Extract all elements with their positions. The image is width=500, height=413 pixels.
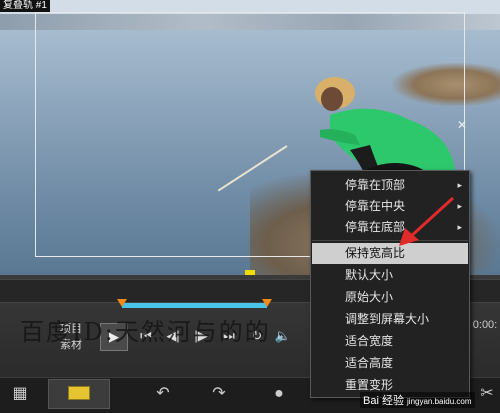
menu-item-dock-top[interactable]: 停靠在顶部 ▸: [312, 175, 468, 196]
undo-icon: ↶: [156, 385, 170, 402]
scissors-button[interactable]: ✂: [476, 380, 498, 408]
record-icon: ●: [274, 385, 284, 402]
badge-text: Bai 经验: [363, 395, 404, 407]
redo-icon: ↷: [212, 385, 226, 402]
undo-button[interactable]: ↶: [150, 380, 176, 408]
trim-range[interactable]: [122, 303, 267, 308]
submenu-arrow-icon: ▸: [457, 222, 462, 232]
menu-item-label: 调整到屏幕大小: [345, 312, 430, 326]
watermark-text: 百度ID:天然河与的的: [20, 318, 271, 346]
volume-icon: 🔈: [274, 328, 292, 343]
overlay-track-label: 复叠轨 #1: [0, 0, 50, 12]
menu-item-fit-screen[interactable]: 调整到屏幕大小: [312, 309, 468, 330]
submenu-arrow-icon: ▸: [457, 201, 462, 211]
timecode[interactable]: 0:00:: [470, 300, 500, 350]
trim-end-marker[interactable]: [262, 299, 272, 307]
menu-item-original-size[interactable]: 原始大小: [312, 287, 468, 308]
record-button[interactable]: ●: [265, 380, 293, 408]
volume-button[interactable]: 🔈: [272, 326, 294, 346]
menu-item-label: 适合高度: [345, 356, 394, 370]
menu-item-default-size[interactable]: 默认大小: [312, 265, 468, 286]
redo-button[interactable]: ↷: [206, 380, 232, 408]
storyboard-button[interactable]: ▦: [4, 380, 36, 408]
annotation-arrow-icon: [399, 196, 455, 246]
menu-item-label: 停靠在顶部: [345, 178, 406, 192]
crop-corner-icon[interactable]: ✕: [454, 118, 470, 132]
submenu-arrow-icon: ▸: [457, 180, 462, 190]
menu-item-fit-height[interactable]: 适合高度: [312, 353, 468, 374]
menu-item-label: 默认大小: [345, 268, 394, 282]
badge-url: jingyan.baidu.com: [407, 397, 472, 406]
baidu-jingyan-badge: Bai 经验 jingyan.baidu.com: [360, 392, 475, 408]
timeline-view-icon: [68, 386, 90, 400]
menu-item-fit-width[interactable]: 适合宽度: [312, 331, 468, 352]
menu-item-label: 重置变形: [345, 378, 394, 392]
menu-item-label: 适合宽度: [345, 334, 394, 348]
menu-item-label: 原始大小: [345, 290, 394, 304]
trim-start-marker[interactable]: [117, 299, 127, 307]
scissors-icon: ✂: [480, 385, 494, 402]
storyboard-icon: ▦: [12, 385, 28, 402]
